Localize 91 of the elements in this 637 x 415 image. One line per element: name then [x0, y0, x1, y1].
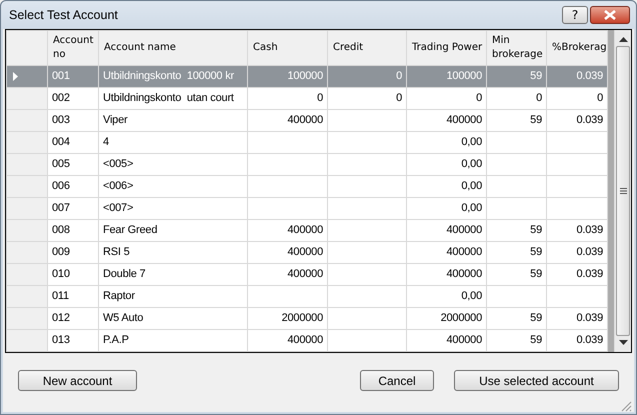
table-cell: 0: [317, 92, 323, 104]
table-cell: 0,00: [461, 290, 482, 302]
table-cell: <005>: [103, 158, 134, 170]
table-cell: 0: [536, 92, 542, 104]
table-cell: 002: [52, 92, 70, 104]
table-cell: <007>: [103, 202, 134, 214]
table-cell: <006>: [103, 180, 134, 192]
table-cell: 400000: [287, 268, 323, 280]
table-row[interactable]: 004 4 0,00: [6, 132, 608, 154]
table-row[interactable]: 006 <006> 0,00: [6, 176, 608, 198]
table-cell: 400000: [287, 114, 323, 126]
table-cell: 0: [597, 92, 603, 104]
table-cell: 400000: [446, 268, 482, 280]
table-cell: 100000: [287, 70, 323, 82]
table-row[interactable]: 012 W5 Auto 2000000 2000000 59 0.039: [6, 308, 608, 330]
table-cell: Viper: [103, 114, 128, 126]
grip-icon: [620, 188, 626, 194]
table-cell: 0,00: [461, 158, 482, 170]
use-selected-account-button[interactable]: Use selected account: [454, 370, 619, 391]
current-row-icon: [13, 72, 18, 81]
table-cell: W5 Auto: [103, 312, 144, 324]
resize-grip-icon: [621, 401, 632, 412]
table-cell: 004: [52, 136, 70, 148]
table-cell: 400000: [287, 246, 323, 258]
table-cell: 0: [476, 92, 482, 104]
table-cell: 100000: [446, 70, 482, 82]
help-button[interactable]: ?: [562, 6, 588, 24]
table-cell: 0: [396, 92, 402, 104]
table-row[interactable]: 010 Double 7 400000 400000 59 0.039: [6, 264, 608, 286]
table-row[interactable]: 011 Raptor 0,00: [6, 286, 608, 308]
table-cell: 008: [52, 224, 70, 236]
table-cell: Fear Greed: [103, 224, 158, 236]
table-cell: Double 7: [103, 268, 146, 280]
table-cell: 59: [530, 114, 542, 126]
scroll-thumb[interactable]: [616, 46, 630, 336]
table-cell: 011: [52, 290, 69, 302]
table-cell: 0,00: [461, 180, 482, 192]
table-cell: 0.039: [576, 268, 603, 280]
table-row[interactable]: 005 <005> 0,00: [6, 154, 608, 176]
table-cell: 0.039: [576, 334, 603, 346]
table-cell: 59: [530, 268, 542, 280]
close-icon: [603, 10, 617, 20]
table-cell: 012: [52, 312, 70, 324]
table-cell: 0.039: [576, 312, 603, 324]
table-cell: 0: [396, 70, 402, 82]
table-cell: P.A.P: [103, 334, 129, 346]
vertical-scrollbar[interactable]: [614, 30, 631, 352]
table-cell: 400000: [446, 224, 482, 236]
table-cell: 4: [103, 136, 109, 148]
window-title: Select Test Account: [9, 6, 119, 24]
table-cell: 59: [530, 334, 542, 346]
table-cell: 59: [530, 70, 542, 82]
table-row[interactable]: 002 Utbildningskonto utan court 0 0 0 0 0: [6, 88, 608, 110]
table-cell: 009: [52, 246, 70, 258]
table-cell: 59: [530, 312, 542, 324]
table-cell: Utbildningskonto 100000 kr: [103, 70, 234, 82]
table-row[interactable]: 007 <007> 0,00: [6, 198, 608, 220]
table-cell: 59: [530, 246, 542, 258]
table-cell: 007: [52, 202, 70, 214]
table-cell: 2000000: [440, 312, 482, 324]
table-cell: 0,00: [461, 202, 482, 214]
table-cell: 0.039: [576, 246, 603, 258]
table-cell: 0,00: [461, 136, 482, 148]
table-cell: 005: [52, 158, 70, 170]
table-cell: 003: [52, 114, 70, 126]
table-cell: 0.039: [576, 224, 603, 236]
table-cell: 400000: [446, 114, 482, 126]
table-cell: 400000: [287, 334, 323, 346]
table-cell: 001: [52, 70, 70, 82]
table-row[interactable]: 003 Viper 400000 400000 59 0.039: [6, 110, 608, 132]
table-cell: 59: [530, 224, 542, 236]
table-cell: 010: [52, 268, 70, 280]
scroll-down-icon[interactable]: [618, 340, 628, 345]
table-cell: 013: [52, 334, 70, 346]
scroll-up-icon[interactable]: [618, 37, 628, 42]
table-cell: 006: [52, 180, 70, 192]
table-cell: 400000: [446, 334, 482, 346]
table-cell: 0.039: [576, 70, 603, 82]
table-cell: 400000: [287, 224, 323, 236]
table-cell: Raptor: [103, 290, 135, 302]
table-cell: RSI 5: [103, 246, 130, 258]
table-cell: 0.039: [576, 114, 603, 126]
close-button[interactable]: [590, 6, 630, 24]
table-cell: 2000000: [282, 312, 323, 324]
table-cell: 400000: [446, 246, 482, 258]
table-row[interactable]: 009 RSI 5 400000 400000 59 0.039: [6, 242, 608, 264]
table-cell: Utbildningskonto utan court: [103, 92, 234, 104]
new-account-button[interactable]: New account: [18, 370, 137, 391]
cancel-button[interactable]: Cancel: [360, 370, 434, 391]
table-row[interactable]: 008 Fear Greed 400000 400000 59 0.039: [6, 220, 608, 242]
table-row[interactable]: 013 P.A.P 400000 400000 59 0.039: [6, 330, 608, 352]
